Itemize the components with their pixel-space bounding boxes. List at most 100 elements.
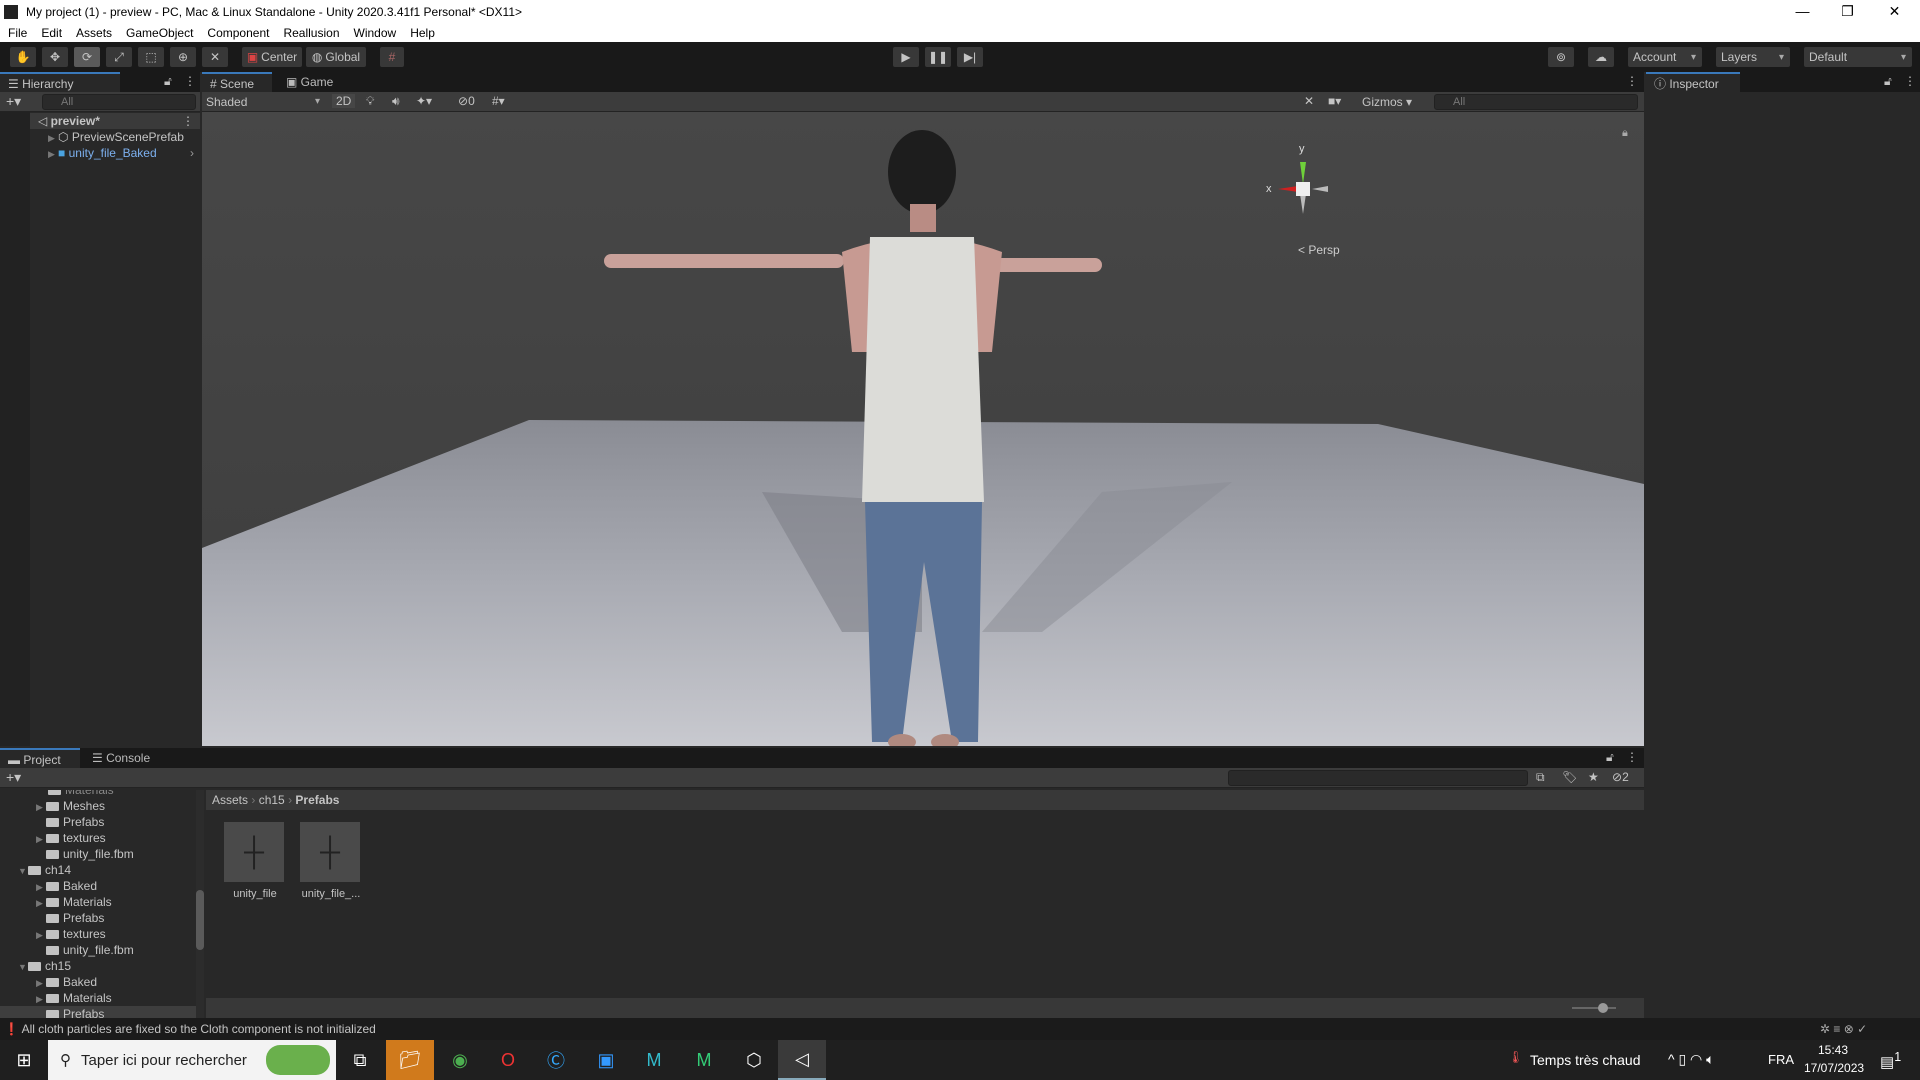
task-view-icon[interactable]: ⧉ [336, 1040, 384, 1080]
opera-icon[interactable]: O [484, 1040, 532, 1080]
folder-item[interactable]: ▶ textures [0, 926, 196, 942]
favorite-icon[interactable]: ★ [1588, 770, 1599, 784]
menu-help[interactable]: Help [410, 26, 435, 40]
folder-item[interactable]: unity_file.fbm [0, 942, 196, 958]
lock-icon[interactable]: 🔓︎ [164, 74, 172, 89]
move-tool-icon[interactable]: ✥ [42, 47, 68, 67]
menu-reallusion[interactable]: Reallusion [283, 26, 339, 40]
gizmos-dropdown[interactable]: Gizmos ▾ [1362, 95, 1412, 109]
lighting-icon[interactable]: 💡︎ [366, 94, 374, 109]
scene-search[interactable]: All [1434, 94, 1638, 110]
effects-icon[interactable]: ✦▾ [416, 94, 432, 108]
folder-item[interactable]: Prefabs [0, 910, 196, 926]
collab-icon[interactable]: ⊚ [1548, 47, 1574, 67]
clock-time[interactable]: 15:43 [1818, 1043, 1848, 1057]
menu-file[interactable]: File [8, 26, 27, 40]
expand-arrow-icon[interactable]: ▼ [18, 863, 28, 879]
unity-hub-icon[interactable]: ⬡ [730, 1040, 778, 1080]
tab-game[interactable]: ▣ Game [278, 72, 341, 92]
weather-text[interactable]: Temps très chaud [1530, 1052, 1641, 1068]
tray-icons[interactable]: ^ ▯ ◠ 🔈︎ [1668, 1051, 1715, 1068]
grid-icon[interactable]: #▾ [492, 94, 505, 108]
slider-thumb[interactable] [1598, 1003, 1608, 1013]
layout-dropdown[interactable]: Default [1804, 47, 1912, 67]
shading-dropdown[interactable]: Shaded [206, 93, 326, 111]
folder-item[interactable]: ▶ textures [0, 830, 196, 846]
folder-item[interactable]: Prefabs [0, 814, 196, 830]
account-dropdown[interactable]: Account [1628, 47, 1702, 67]
layers-dropdown[interactable]: Layers [1716, 47, 1790, 67]
pause-button[interactable]: ❚❚ [925, 47, 951, 67]
breadcrumb-assets[interactable]: Assets [212, 793, 248, 807]
store-icon[interactable]: ▣ [582, 1040, 630, 1080]
pivot-center-button[interactable]: ▣ Center [242, 47, 302, 67]
filter-label-icon[interactable]: 🏷︎ [1562, 770, 1577, 784]
folder-item[interactable]: ▶ Materials [0, 990, 196, 1006]
chrome-icon[interactable]: ◉ [436, 1040, 484, 1080]
project-search[interactable] [1228, 770, 1528, 786]
tab-inspector[interactable]: ⓘ Inspector [1646, 72, 1740, 92]
hidden-objects-toggle[interactable]: ⊘0 [458, 94, 475, 108]
transform-tool-icon[interactable]: ⊕ [170, 47, 196, 67]
create-button[interactable]: +▾ [6, 769, 21, 786]
lock-icon[interactable]: 🔓︎ [1884, 74, 1892, 89]
asset-item[interactable]: ┼ unity_file_... [300, 822, 362, 900]
app-m-icon[interactable]: M [630, 1040, 678, 1080]
asset-item[interactable]: ┼ unity_file [224, 822, 286, 900]
minimize-button[interactable]: — [1780, 0, 1825, 24]
tree-scrollbar[interactable] [196, 790, 204, 1018]
hand-tool-icon[interactable]: ✋ [10, 47, 36, 67]
2d-toggle[interactable]: 2D [332, 94, 356, 108]
tab-scene[interactable]: # Scene [202, 72, 272, 92]
folder-item[interactable]: ▼ ch15 [0, 958, 196, 974]
more-icon[interactable]: ⋮ [1904, 74, 1916, 88]
menu-assets[interactable]: Assets [76, 26, 112, 40]
folder-item[interactable]: ▶ Meshes [0, 798, 196, 814]
tab-hierarchy[interactable]: ☰ Hierarchy [0, 72, 120, 92]
folder-item[interactable]: Prefabs [0, 1006, 196, 1018]
grid-snap-icon[interactable]: # [380, 47, 404, 67]
app-m2-icon[interactable]: M [680, 1040, 728, 1080]
breadcrumb-prefabs[interactable]: Prefabs [295, 793, 339, 807]
expand-arrow-icon[interactable]: ▶ [36, 991, 46, 1007]
filter-type-icon[interactable]: ⧉ [1536, 770, 1545, 785]
debug-icons[interactable]: ✲ ≡ ⊗ ✓ [1820, 1018, 1867, 1040]
expand-arrow-icon[interactable]: ▶ [36, 895, 46, 911]
hierarchy-search[interactable]: All [42, 94, 196, 110]
more-icon[interactable]: ⋮ [1626, 750, 1638, 764]
hidden-packages-toggle[interactable]: ⊘2 [1612, 770, 1629, 784]
custom-tool-icon[interactable]: ✕ [202, 47, 228, 67]
play-button[interactable]: ▶ [893, 47, 919, 67]
tools-icon[interactable]: ✕ [1304, 94, 1314, 108]
rotate-tool-icon[interactable]: ⟳ [74, 47, 100, 67]
more-icon[interactable]: ⋮ [184, 74, 196, 88]
camera-icon[interactable]: ■▾ [1328, 94, 1341, 108]
scene-row[interactable]: ◁ preview* ⋮ [0, 113, 200, 129]
tab-project[interactable]: ▬ Project [0, 748, 80, 768]
status-bar[interactable]: ❗ All cloth particles are fixed so the C… [0, 1018, 1920, 1040]
file-explorer-icon[interactable]: 📁︎ [386, 1040, 434, 1080]
icon-size-slider[interactable] [1572, 1007, 1616, 1009]
windows-start-icon[interactable]: ⊞ [0, 1040, 48, 1080]
expand-arrow-icon[interactable]: ▶ [36, 927, 46, 943]
scene-viewport[interactable]: y x < Persp 🔒︎ [202, 112, 1644, 746]
lock-icon[interactable]: 🔓︎ [1606, 750, 1614, 765]
language-indicator[interactable]: FRA [1768, 1052, 1794, 1067]
expand-arrow-icon[interactable]: ▼ [18, 959, 28, 975]
gizmo-lock-icon[interactable]: 🔒︎ [1622, 127, 1628, 139]
hierarchy-item[interactable]: ▶ ■ unity_file_Baked › [0, 145, 200, 161]
folder-item[interactable]: ▶ Baked [0, 878, 196, 894]
expand-arrow-icon[interactable]: ▶ [36, 831, 46, 847]
tab-console[interactable]: ☰ Console [84, 748, 158, 768]
add-button[interactable]: +▾ [6, 93, 21, 110]
pivot-global-button[interactable]: ◍ Global [306, 47, 366, 67]
audio-icon[interactable]: 🔊︎ [392, 94, 400, 109]
expand-arrow-icon[interactable]: ▶ [36, 975, 46, 991]
menu-window[interactable]: Window [354, 26, 397, 40]
step-button[interactable]: ▶| [957, 47, 983, 67]
taskbar-search[interactable]: ⚲ Taper ici pour rechercher [48, 1040, 336, 1080]
folder-item[interactable]: ▶ Materials [0, 894, 196, 910]
expand-arrow-icon[interactable]: ▶ [36, 879, 46, 895]
restore-button[interactable]: ❐ [1825, 0, 1870, 24]
clock-date[interactable]: 17/07/2023 [1804, 1061, 1864, 1075]
